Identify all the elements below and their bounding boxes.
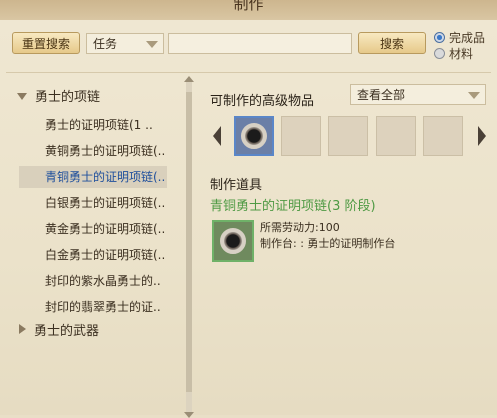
view-filter-select[interactable]: 查看全部: [350, 84, 486, 105]
tree-category-weapons[interactable]: 勇士的武器: [19, 322, 99, 342]
tree-item[interactable]: 封印的翡翠勇士的证..: [19, 296, 167, 318]
divider: [6, 72, 491, 73]
radio-label: 材料: [449, 47, 474, 61]
craft-section-title: 制作道具: [210, 178, 263, 193]
tree-item-selected[interactable]: 青铜勇士的证明项链(..: [19, 166, 167, 188]
craft-item-slot[interactable]: [212, 220, 254, 262]
tree-category-necklace[interactable]: 勇士的项链: [17, 88, 100, 108]
category-filter-value: 任务: [93, 37, 118, 51]
tree-scrollbar[interactable]: [184, 76, 194, 418]
necklace-icon: [220, 228, 246, 254]
search-input[interactable]: [168, 33, 352, 54]
craft-item-name: 青铜勇士的证明项链(3 阶段): [210, 199, 376, 214]
scrollbar-thumb[interactable]: [186, 92, 192, 392]
window-title: 制作: [233, 0, 264, 13]
expand-down-icon: [17, 93, 27, 100]
advanced-item-slot[interactable]: [376, 116, 416, 156]
carousel-prev-icon[interactable]: [213, 126, 221, 146]
reset-search-button[interactable]: 重置搜索: [12, 32, 80, 54]
advanced-item-slot[interactable]: [328, 116, 368, 156]
window-titlebar: 制作: [0, 0, 497, 20]
recipe-tree: 勇士的项链 勇士的证明项链(1 .. 黄铜勇士的证明项链(.. 青铜勇士的证明项…: [11, 82, 183, 402]
labor-required: 所需劳动力:100: [260, 221, 340, 234]
radio-dot-icon: [434, 48, 445, 59]
advanced-item-slot[interactable]: [281, 116, 321, 156]
advanced-item-slot[interactable]: [423, 116, 463, 156]
crafting-panel: 重置搜索 任务 搜索 完成品 材料 勇士的项链 勇士的证明项链(1 .. 黄铜勇…: [0, 20, 497, 418]
necklace-icon: [241, 123, 267, 149]
tree-item[interactable]: 白金勇士的证明项链(..: [19, 244, 167, 266]
tree-item[interactable]: 黄金勇士的证明项链(..: [19, 218, 167, 240]
tree-category-label: 勇士的项链: [35, 90, 101, 105]
chevron-down-icon: [146, 41, 158, 48]
carousel-next-icon[interactable]: [478, 126, 486, 146]
workbench-info: 制作台: : 勇士的证明制作台: [260, 237, 396, 250]
radio-dot-selected-icon: [434, 32, 445, 43]
chevron-down-icon: [468, 92, 480, 99]
category-filter-select[interactable]: 任务: [86, 33, 164, 54]
tree-category-label: 勇士的武器: [34, 324, 100, 339]
tree-item[interactable]: 封印的紫水晶勇士的..: [19, 270, 167, 292]
tree-item[interactable]: 勇士的证明项链(1 ..: [19, 114, 167, 136]
search-bar: 重置搜索 任务 搜索 完成品 材料: [0, 20, 497, 72]
radio-label: 完成品: [449, 31, 486, 45]
advanced-item-slot-selected[interactable]: [234, 116, 274, 156]
tree-item[interactable]: 白银勇士的证明项链(..: [19, 192, 167, 214]
view-filter-value: 查看全部: [357, 88, 406, 102]
radio-materials[interactable]: 材料: [434, 45, 473, 62]
search-button[interactable]: 搜索: [358, 32, 426, 54]
scroll-down-icon[interactable]: [184, 412, 194, 418]
scroll-up-icon[interactable]: [184, 76, 194, 82]
tree-item[interactable]: 黄铜勇士的证明项链(..: [19, 140, 167, 162]
radio-finished-products[interactable]: 完成品: [434, 29, 485, 46]
advanced-items-title: 可制作的高级物品: [210, 94, 315, 109]
expand-right-icon: [19, 324, 26, 334]
